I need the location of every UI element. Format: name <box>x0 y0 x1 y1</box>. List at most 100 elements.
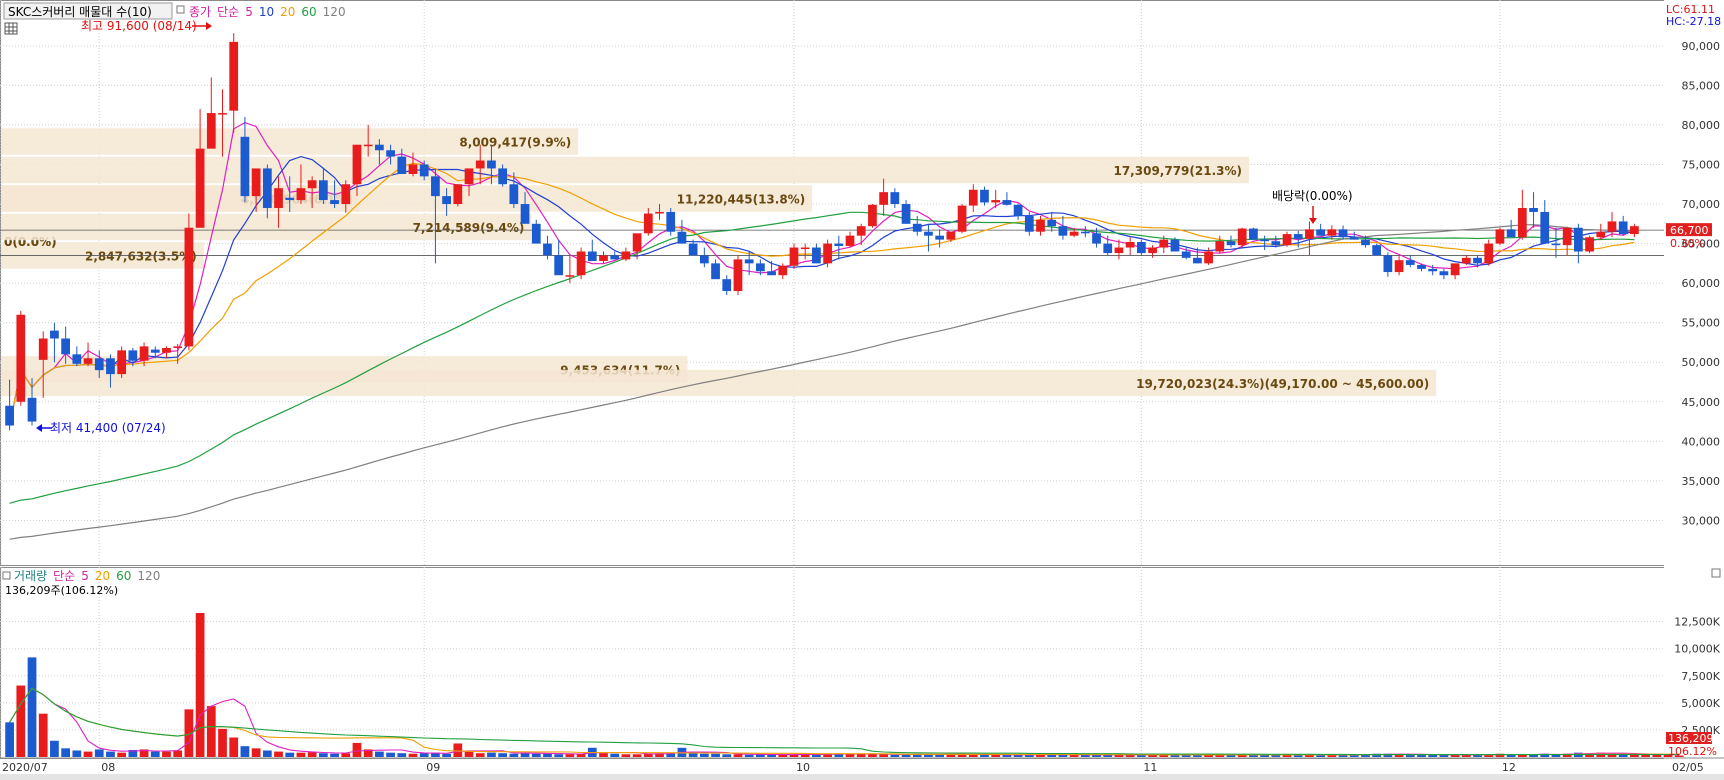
candle-body <box>274 188 283 208</box>
bottom-scrollbar[interactable] <box>0 774 1724 780</box>
legend-item[interactable]: 120 <box>137 569 160 583</box>
candle-body <box>1092 233 1101 244</box>
candle-body <box>218 113 227 115</box>
legend-item[interactable]: 거래량 <box>14 569 47 583</box>
volume-bar <box>890 754 900 757</box>
legend-item[interactable]: 60 <box>116 569 131 583</box>
volume-bar <box>1405 754 1415 757</box>
legend-item[interactable]: 20 <box>95 569 110 583</box>
volume-legend: 거래량 단순 5 20 60 120 <box>14 569 160 583</box>
legend-item[interactable]: 종가 <box>189 5 211 19</box>
time-tick-label: 11 <box>1143 761 1157 774</box>
volume-bar <box>711 753 720 757</box>
volume-legend-checkbox[interactable] <box>2 571 11 580</box>
volume-bar <box>318 753 328 757</box>
candle-body <box>1573 227 1583 252</box>
candle-body <box>341 184 351 205</box>
volume-bar <box>106 751 115 757</box>
candle-body <box>565 275 575 277</box>
candle-body <box>50 330 59 339</box>
candle-body <box>128 350 138 361</box>
volume-bar <box>1417 754 1426 757</box>
candle-body <box>901 204 911 224</box>
volume-bar <box>150 751 160 757</box>
volume-bar <box>980 754 989 757</box>
legend-item[interactable]: 20 <box>280 5 295 19</box>
candle-body <box>83 358 93 364</box>
right-axis-bg <box>1664 0 1724 780</box>
candle-body <box>106 358 115 375</box>
candle-body <box>296 188 306 201</box>
volume-tick-label: 12,500K <box>1674 616 1720 629</box>
candle-body <box>184 227 194 347</box>
candle-body <box>543 243 552 256</box>
volume-panel-frame <box>0 567 1665 759</box>
candle-body <box>1159 239 1169 248</box>
volume-bar <box>408 753 418 757</box>
legend-item[interactable]: 10 <box>259 5 274 19</box>
volume-profile-label: 2,847,632(3.5%) <box>85 249 197 263</box>
candle-body <box>1338 229 1348 238</box>
candle-body <box>206 113 216 149</box>
volume-bar <box>296 752 306 757</box>
chart-title: SKC스커버리 매물대 수(10) <box>8 5 152 19</box>
price-tick-label: 75,000 <box>1682 158 1721 171</box>
candle-body <box>599 255 608 261</box>
candle-body <box>1215 241 1225 252</box>
candle-body <box>778 265 788 276</box>
candle-body <box>1002 200 1012 205</box>
volume-bar <box>688 753 698 757</box>
volume-bar <box>610 753 620 757</box>
legend-item[interactable]: 단순 <box>53 569 75 583</box>
hc-label: HC:-27.18 <box>1666 15 1721 28</box>
volume-bar <box>509 753 519 757</box>
legend-item[interactable]: 5 <box>81 569 89 583</box>
legend-item[interactable]: 120 <box>323 5 346 19</box>
volume-bar <box>487 752 496 757</box>
candle-body <box>1237 228 1247 246</box>
panel-resize-icon[interactable] <box>1711 568 1721 578</box>
volume-bar <box>240 746 250 757</box>
candle-body <box>1013 204 1023 216</box>
legend-item[interactable]: 단순 <box>217 5 239 19</box>
candle-body <box>240 136 250 197</box>
candle-body <box>924 231 933 236</box>
candle-body <box>363 144 373 147</box>
candle-body <box>1372 245 1382 256</box>
candle-body <box>1249 228 1258 240</box>
candle-body <box>61 338 71 355</box>
candle-body <box>890 192 900 205</box>
candle-body <box>1080 231 1090 234</box>
volume-tick-label: 5,000K <box>1681 697 1720 710</box>
candle-body <box>509 184 519 205</box>
volume-bar <box>744 754 754 757</box>
candle-body <box>307 180 317 189</box>
time-tick-label: 12 <box>1502 761 1516 774</box>
candle-body <box>1473 257 1482 264</box>
volume-bar <box>901 754 911 757</box>
volume-bar <box>285 752 295 757</box>
volume-bar <box>352 742 362 757</box>
legend-item[interactable]: 5 <box>245 5 253 19</box>
volume-bar <box>94 749 104 757</box>
candle-body <box>610 255 620 260</box>
volume-bar <box>498 753 508 757</box>
candle-body <box>173 346 183 348</box>
volume-current-pct: 106.12% <box>1668 745 1717 758</box>
volume-bar <box>397 753 407 757</box>
legend-checkbox[interactable] <box>176 5 185 14</box>
volume-tick-label: 10,000K <box>1674 643 1720 656</box>
price-tick-label: 35,000 <box>1682 475 1721 488</box>
volume-current-label: 136,209 <box>1668 732 1714 745</box>
candle-body <box>1024 215 1034 232</box>
candle-body <box>554 255 564 276</box>
candle-body <box>1271 241 1281 246</box>
grid-toggle-icon[interactable] <box>4 22 18 35</box>
candle-body <box>453 184 463 205</box>
volume-bar <box>856 754 866 757</box>
candle-body <box>733 259 743 292</box>
volume-bar <box>206 706 216 757</box>
candle-body <box>823 243 832 264</box>
candle-body <box>1260 239 1269 242</box>
legend-item[interactable]: 60 <box>301 5 316 19</box>
